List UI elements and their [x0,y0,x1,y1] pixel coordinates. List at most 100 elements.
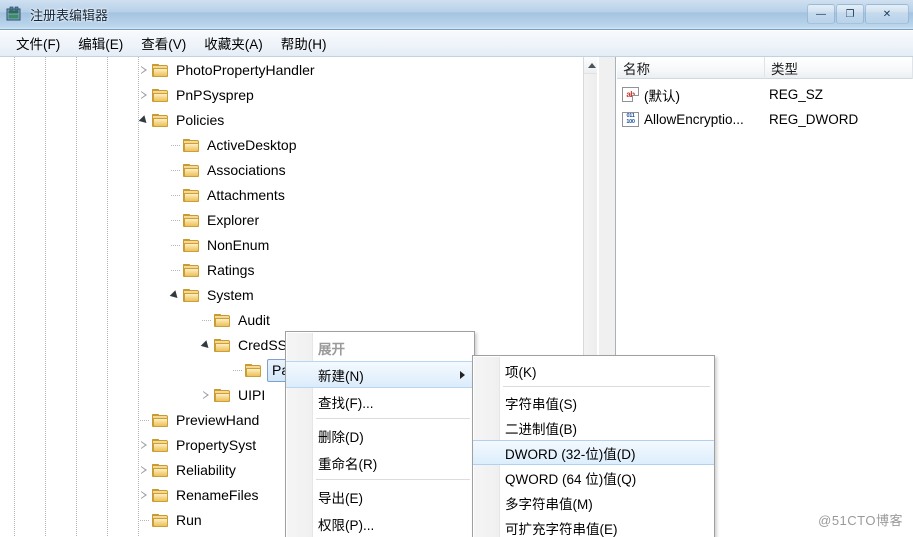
tree-node[interactable]: PhotoPropertyHandler [136,58,317,83]
table-row[interactable]: ab (默认) REG_SZ [617,82,913,107]
table-row[interactable]: 011 100 AllowEncryptio... REG_DWORD [617,107,913,132]
tree-node[interactable]: Attachments [167,183,287,208]
minimize-button[interactable]: — [807,4,835,24]
tree-node[interactable]: Explorer [167,208,261,233]
chevron-down-icon[interactable] [171,291,180,300]
tree-node-label: PropertySyst [176,437,257,453]
submenu-qword-value[interactable]: QWORD (64 位)值(Q) [473,465,714,490]
tree-indent-guide [14,57,15,537]
submenu-arrow-icon [460,370,465,379]
tree-expander [229,358,245,383]
tree-expander[interactable] [136,483,152,508]
tree-node-label: Attachments [207,187,285,203]
value-type: REG_SZ [769,87,824,102]
menu-help[interactable]: 帮助(H) [272,30,336,57]
tree-node[interactable]: Ratings [167,258,256,283]
submenu-string-value[interactable]: 字符串值(S) [473,390,714,415]
tree-node-label: Audit [238,312,270,328]
context-menu: 展开新建(N)查找(F)...删除(D)重命名(R)导出(E)权限(P)...复… [285,331,475,537]
tree-expander [167,133,183,158]
ctx-expand: 展开 [286,334,474,361]
tree-dash-stub [232,370,242,371]
tree-node[interactable]: CredSSP [198,333,298,358]
tree-indent-guide [45,57,46,537]
tree-node[interactable]: NonEnum [167,233,271,258]
submenu-dword-value[interactable]: DWORD (32-位)值(D) [473,440,714,465]
tree-dash-stub [139,420,149,421]
submenu-binary-value[interactable]: 二进制值(B) [473,415,714,440]
chevron-right-icon[interactable] [140,441,149,450]
tree-node[interactable]: Run [136,508,204,533]
tree-node-label: PhotoPropertyHandler [176,62,315,78]
chevron-down-icon[interactable] [140,116,149,125]
tree-node[interactable]: RunOnce [136,533,237,537]
ctx-export[interactable]: 导出(E) [286,483,474,510]
context-menu-item-label: 查找(F)... [318,395,374,411]
tree-node[interactable]: PreviewHand [136,408,261,433]
tree-expander[interactable] [136,458,152,483]
ctx-permissions[interactable]: 权限(P)... [286,510,474,537]
tree-expander[interactable] [136,83,152,108]
ctx-rename[interactable]: 重命名(R) [286,449,474,476]
chevron-right-icon[interactable] [140,91,149,100]
column-header-type[interactable]: 类型 [765,57,913,79]
folder-icon [152,488,169,503]
menu-view[interactable]: 查看(V) [132,30,195,57]
tree-node[interactable]: Audit [198,308,272,333]
chevron-right-icon[interactable] [140,66,149,75]
tree-dash-stub [170,245,180,246]
tree-expander[interactable] [198,333,214,358]
folder-icon [152,63,169,78]
tree-node[interactable]: RenameFiles [136,483,260,508]
tree-node[interactable]: ActiveDesktop [167,133,298,158]
tree-node[interactable]: Reliability [136,458,238,483]
new-submenu: 项(K) 字符串值(S) 二进制值(B) DWORD (32-位)值(D) QWORD … [472,355,715,537]
submenu-expandable-string-value[interactable]: 可扩充字符串值(E) [473,515,714,537]
menu-edit[interactable]: 编辑(E) [69,30,132,57]
tree-node-label: Run [176,512,202,528]
maximize-button[interactable]: ❐ [836,4,864,24]
tree-node[interactable]: UIPI [198,383,267,408]
registry-editor-window: 注册表编辑器 — ❐ ✕ 文件(F) 编辑(E) 查看(V) 收藏夹(A) 帮助… [0,0,913,537]
submenu-multi-string-value[interactable]: 多字符串值(M) [473,490,714,515]
value-name: (默认) [644,88,680,104]
tree-node[interactable]: System [167,283,256,308]
chevron-right-icon[interactable] [140,466,149,475]
tree-dash-stub [139,520,149,521]
tree-dash-stub [201,320,211,321]
chevron-right-icon[interactable] [140,491,149,500]
tree-expander[interactable] [136,58,152,83]
tree-node-label: PnPSysprep [176,87,254,103]
tree-expander[interactable] [167,283,183,308]
chevron-right-icon[interactable] [202,391,211,400]
folder-icon [183,188,200,203]
submenu-key[interactable]: 项(K) [473,358,714,383]
tree-node[interactable]: PropertySyst [136,433,258,458]
tree-expander[interactable] [198,383,214,408]
column-header-name[interactable]: 名称 [617,57,765,79]
tree-expander[interactable] [136,433,152,458]
scroll-up-arrow-icon[interactable] [584,57,597,74]
tree-node-label: RunOnce [174,533,237,537]
tree-node-label: Associations [207,162,286,178]
tree-node-label: ActiveDesktop [207,137,297,153]
title-bar[interactable]: 注册表编辑器 — ❐ ✕ [0,0,913,30]
tree-node[interactable]: Policies [136,108,226,133]
ctx-new[interactable]: 新建(N) [286,361,474,388]
ctx-delete[interactable]: 删除(D) [286,422,474,449]
menu-favorites[interactable]: 收藏夹(A) [195,30,272,57]
tree-expander [136,408,152,433]
tree-node[interactable]: PnPSysprep [136,83,256,108]
menu-file[interactable]: 文件(F) [7,30,69,57]
folder-icon [183,288,200,303]
tree-node-label: Reliability [176,462,236,478]
context-menu-separator [316,479,470,480]
tree-expander [167,158,183,183]
tree-node-label: RenameFiles [176,487,259,503]
tree-node[interactable]: Associations [167,158,288,183]
value-name: AllowEncryptio... [644,112,744,127]
tree-expander[interactable] [136,108,152,133]
chevron-down-icon[interactable] [202,341,211,350]
close-button[interactable]: ✕ [865,4,909,24]
ctx-find[interactable]: 查找(F)... [286,388,474,415]
